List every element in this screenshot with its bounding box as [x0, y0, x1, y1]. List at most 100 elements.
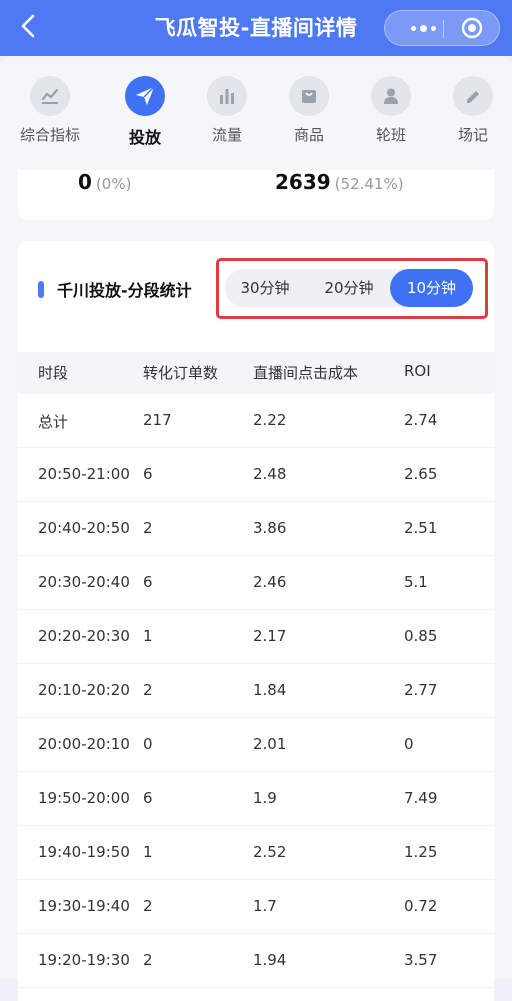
content-sheet: 综合指标 投放 流量 商品 轮班 场记 0 (0%) 2639 (52.41%)…: [0, 56, 512, 1001]
summary-left-value: 0: [78, 170, 92, 194]
cell-roi: 0.85: [404, 627, 438, 645]
section-accent-bar: [38, 280, 44, 298]
cell-roi: 2.77: [404, 681, 438, 699]
section-header: 千川投放-分段统计: [38, 277, 192, 301]
cell-period: 20:40-20:50: [38, 519, 130, 537]
summary-card: 0 (0%) 2639 (52.41%): [18, 170, 494, 220]
table-row: 19:50-20:00 6 1.9 7.49: [18, 772, 494, 826]
summary-left-pct: (0%): [95, 175, 132, 193]
mini-program-capsule: [384, 10, 500, 46]
cell-click-cost: 2.22: [253, 411, 287, 429]
tab-overview-icon-wrap: [30, 76, 70, 116]
table-row: 20:00-20:10 0 2.01 0: [18, 718, 494, 772]
cell-period: 20:20-20:30: [38, 627, 130, 645]
cell-roi: 2.65: [404, 465, 438, 483]
capsule-divider: [443, 20, 444, 38]
segment-20min[interactable]: 20分钟: [309, 269, 389, 307]
tab-overview[interactable]: 综合指标: [9, 74, 91, 145]
cell-period: 20:50-21:00: [38, 465, 130, 483]
cell-roi: 2.51: [404, 519, 438, 537]
table-row: 19:30-19:40 2 1.7 0.72: [18, 880, 494, 934]
cell-roi: 0.72: [404, 897, 438, 915]
table-row: 20:20-20:30 1 2.17 0.85: [18, 610, 494, 664]
tab-traffic-icon-wrap: [207, 76, 247, 116]
interval-segmented-control: 30分钟 20分钟 10分钟: [225, 269, 473, 307]
cell-roi: 0: [404, 735, 414, 753]
tab-shifts-icon-wrap: [371, 76, 411, 116]
cell-click-cost: 2.17: [253, 627, 287, 645]
cell-orders: 2: [143, 681, 153, 699]
tab-products-label: 商品: [293, 126, 324, 144]
cell-orders: 2: [143, 951, 153, 969]
shopping-bag-icon: [302, 90, 316, 103]
cell-click-cost: 2.01: [253, 735, 287, 753]
segment-30min[interactable]: 30分钟: [225, 269, 305, 307]
tab-traffic[interactable]: 流量: [186, 74, 268, 145]
summary-right: 2639 (52.41%): [275, 170, 404, 194]
more-button[interactable]: [405, 18, 441, 38]
cell-orders: 6: [143, 465, 153, 483]
segment-10min[interactable]: 10分钟: [390, 269, 473, 307]
line-chart-icon: [41, 88, 59, 104]
summary-right-pct: (52.41%): [334, 175, 404, 193]
cell-orders: 2: [143, 897, 153, 915]
tab-bar: 综合指标 投放 流量 商品 轮班 场记: [0, 74, 512, 154]
table-row: 20:30-20:40 6 2.46 5.1: [18, 556, 494, 610]
cell-click-cost: 1.7: [253, 897, 277, 915]
more-dots-icon-center: [419, 24, 427, 32]
target-icon: [461, 17, 483, 39]
person-icon: [384, 88, 398, 104]
table-row: 19:20-19:30 2 1.94 3.57: [18, 934, 494, 988]
cell-click-cost: 1.9: [253, 789, 277, 807]
cell-orders: 2: [143, 519, 153, 537]
table-row: 20:50-21:00 6 2.48 2.65: [18, 448, 494, 502]
cell-orders: 1: [143, 627, 153, 645]
table-row: 20:40-20:50 2 3.86 2.51: [18, 502, 494, 556]
header-roi: ROI: [404, 362, 431, 380]
cell-click-cost: 2.48: [253, 465, 287, 483]
header-period: 时段: [38, 364, 69, 382]
tab-ads-icon-wrap: [125, 76, 165, 116]
cell-roi: 5.1: [404, 573, 428, 591]
cell-orders: 6: [143, 789, 153, 807]
tab-shifts-label: 轮班: [375, 126, 406, 144]
cell-roi: 3.57: [404, 951, 438, 969]
cell-period: 20:30-20:40: [38, 573, 130, 591]
cell-orders: 0: [143, 735, 153, 753]
table-row: 20:10-20:20 2 1.84 2.77: [18, 664, 494, 718]
bar-chart-icon: [220, 89, 234, 104]
tab-ads-label: 投放: [128, 128, 161, 147]
cell-period: 19:40-19:50: [38, 843, 130, 861]
tab-shifts[interactable]: 轮班: [350, 74, 432, 145]
cell-click-cost: 2.46: [253, 573, 287, 591]
cell-roi: 1.25: [404, 843, 438, 861]
more-dots-icon-right: [430, 25, 436, 31]
tab-notes[interactable]: 场记: [432, 74, 512, 145]
tab-overview-label: 综合指标: [19, 126, 80, 144]
tab-notes-icon-wrap: [453, 76, 493, 116]
cell-period: 20:00-20:10: [38, 735, 130, 753]
header-click-cost: 直播间点击成本: [253, 364, 359, 382]
section-title: 千川投放-分段统计: [57, 281, 192, 300]
nav-header: 飞瓜智投-直播间详情: [0, 0, 512, 56]
summary-right-value: 2639: [275, 170, 331, 194]
cell-period: 总计: [38, 413, 69, 431]
paper-plane-icon: [136, 86, 155, 105]
tab-ads[interactable]: 投放: [104, 74, 186, 148]
cell-orders: 1: [143, 843, 153, 861]
table-row: 19:40-19:50 1 2.52 1.25: [18, 826, 494, 880]
close-button[interactable]: [461, 17, 483, 39]
cell-period: 19:50-20:00: [38, 789, 130, 807]
cell-period: 19:20-19:30: [38, 951, 130, 969]
tab-traffic-label: 流量: [211, 126, 242, 144]
more-dots-icon: [410, 25, 416, 31]
cell-click-cost: 1.84: [253, 681, 287, 699]
cell-period: 20:10-20:20: [38, 681, 130, 699]
tab-notes-label: 场记: [457, 126, 488, 144]
cell-click-cost: 3.86: [253, 519, 287, 537]
cell-period: 19:30-19:40: [38, 897, 130, 915]
summary-left: 0 (0%): [78, 170, 131, 194]
tab-products[interactable]: 商品: [268, 74, 350, 145]
cell-click-cost: 2.52: [253, 843, 287, 861]
tab-products-icon-wrap: [289, 76, 329, 116]
